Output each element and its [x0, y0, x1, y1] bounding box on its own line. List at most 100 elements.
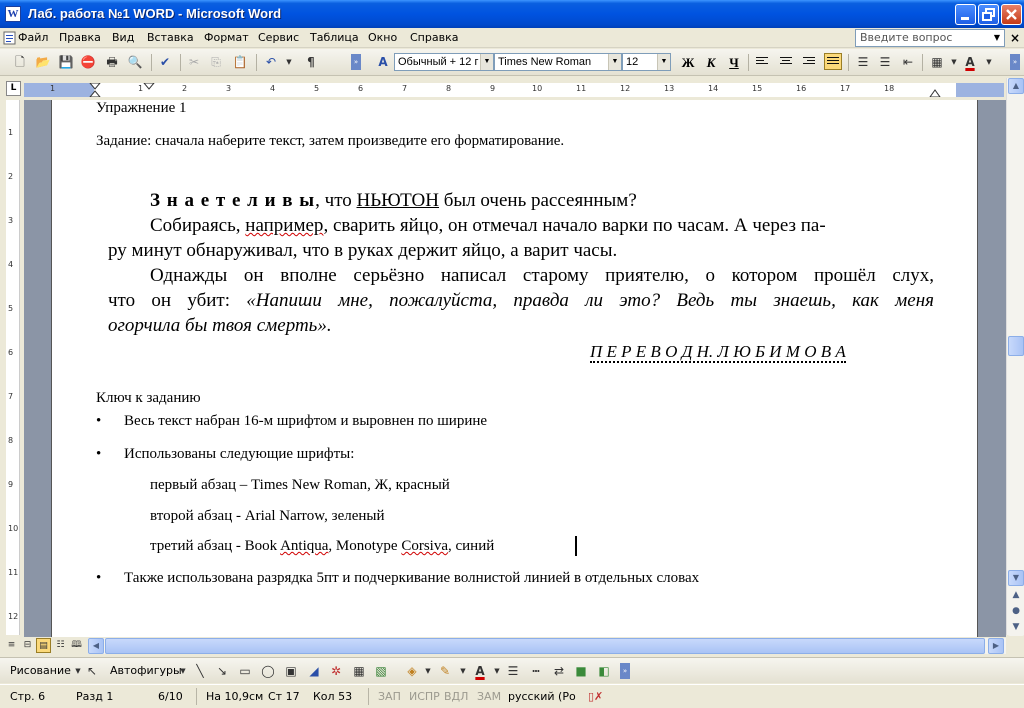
- save-icon[interactable]: 💾: [58, 54, 74, 70]
- decrease-indent-icon[interactable]: ⇤: [900, 54, 916, 70]
- scroll-up-icon[interactable]: ▲: [1008, 78, 1024, 94]
- print-icon[interactable]: 🖶: [104, 54, 120, 70]
- text-box-icon[interactable]: ▣: [283, 663, 299, 679]
- new-document-icon[interactable]: 🗋: [12, 54, 28, 70]
- horizontal-scrollbar[interactable]: ◀ ▶: [88, 638, 1006, 654]
- chevron-down-icon[interactable]: ▼: [175, 663, 191, 679]
- open-folder-icon[interactable]: 📂: [35, 54, 51, 70]
- toolbar-options-icon[interactable]: »: [620, 663, 630, 679]
- paste-icon[interactable]: 📋: [232, 54, 248, 70]
- bulleted-list-icon[interactable]: ☰: [877, 54, 893, 70]
- 3d-icon[interactable]: ◧: [596, 663, 612, 679]
- font-combo[interactable]: Times New Roman ▼: [494, 53, 622, 71]
- document-menu-icon[interactable]: [3, 31, 17, 45]
- next-page-icon[interactable]: ▼: [1008, 620, 1024, 636]
- scroll-thumb[interactable]: [105, 638, 985, 654]
- diagram-icon[interactable]: ✲: [328, 663, 344, 679]
- menu-window[interactable]: Окно: [368, 31, 397, 44]
- chevron-down-icon[interactable]: ▼: [480, 54, 493, 70]
- style-combo[interactable]: Обычный + 12 г ▼: [394, 53, 494, 71]
- align-right-icon[interactable]: [803, 55, 817, 68]
- chevron-down-icon[interactable]: ▼: [991, 31, 1003, 45]
- outline-view-icon[interactable]: ☷: [53, 638, 68, 653]
- scroll-left-icon[interactable]: ◀: [88, 638, 104, 654]
- permission-icon[interactable]: ⛔: [80, 54, 96, 70]
- horizontal-ruler[interactable]: 1 1 2 3 4 5 6 7 8 9 10 11 12 13 14 15 16…: [24, 83, 1004, 97]
- document-page[interactable]: Упражнение 1 Задание: сначала наберите т…: [51, 100, 978, 637]
- ask-question-field[interactable]: Введите вопрос ▼: [855, 29, 1005, 47]
- align-left-icon[interactable]: [756, 55, 770, 68]
- minimize-button[interactable]: [955, 4, 976, 25]
- wordart-icon[interactable]: ◢: [306, 663, 322, 679]
- web-view-icon[interactable]: ⊟: [20, 638, 35, 653]
- status-ovr[interactable]: ЗАМ: [477, 690, 501, 703]
- vertical-scrollbar[interactable]: ▲ ▼ ▲ ● ▼: [1006, 78, 1024, 636]
- menu-table[interactable]: Таблица: [310, 31, 359, 44]
- picture-icon[interactable]: ▧: [373, 663, 389, 679]
- copy-icon[interactable]: ⎘: [208, 54, 224, 70]
- status-ext[interactable]: ВДЛ: [444, 690, 468, 703]
- chevron-down-icon[interactable]: ▼: [657, 54, 670, 70]
- reading-view-icon[interactable]: 🕮: [69, 638, 84, 653]
- scroll-thumb[interactable]: [1008, 336, 1024, 356]
- oval-icon[interactable]: ◯: [260, 663, 276, 679]
- toolbar-options-icon[interactable]: »: [1010, 54, 1020, 70]
- print-preview-icon[interactable]: 🔍: [127, 54, 143, 70]
- arrow-icon[interactable]: ↘: [214, 663, 230, 679]
- underline-button[interactable]: Ч: [725, 54, 743, 71]
- scroll-down-icon[interactable]: ▼: [1008, 570, 1024, 586]
- drawing-menu[interactable]: Рисование: [10, 664, 71, 677]
- previous-page-icon[interactable]: ▲: [1008, 588, 1024, 604]
- font-color-icon[interactable]: A: [962, 54, 978, 70]
- select-objects-icon[interactable]: ↖: [84, 663, 100, 679]
- right-indent-marker[interactable]: [928, 89, 942, 97]
- tab-selector[interactable]: L: [6, 81, 21, 96]
- line-color-icon[interactable]: ✎: [437, 663, 453, 679]
- close-button[interactable]: [1001, 4, 1022, 25]
- font-size-combo[interactable]: 12 ▼: [622, 53, 671, 71]
- restore-button[interactable]: [978, 4, 999, 25]
- scroll-right-icon[interactable]: ▶: [988, 638, 1004, 654]
- menu-view[interactable]: Вид: [112, 31, 134, 44]
- menu-edit[interactable]: Правка: [59, 31, 101, 44]
- toolbar-options-icon[interactable]: »: [351, 54, 361, 70]
- numbered-list-icon[interactable]: ☰: [855, 54, 871, 70]
- bold-button[interactable]: Ж: [679, 54, 697, 71]
- clipart-icon[interactable]: ▦: [351, 663, 367, 679]
- vertical-ruler[interactable]: 1 2 3 4 5 6 7 8 9 10 11 12: [6, 100, 20, 635]
- align-justify-icon[interactable]: [824, 53, 842, 70]
- line-style-icon[interactable]: ☰: [505, 663, 521, 679]
- document-close-button[interactable]: ×: [1010, 31, 1020, 45]
- rectangle-icon[interactable]: ▭: [237, 663, 253, 679]
- status-trk[interactable]: ИСПР: [409, 690, 440, 703]
- shadow-icon[interactable]: ■: [573, 663, 589, 679]
- chevron-down-icon[interactable]: ▼: [608, 54, 621, 70]
- align-center-icon[interactable]: [780, 55, 794, 68]
- line-icon[interactable]: ╲: [192, 663, 208, 679]
- border-dropdown-icon[interactable]: ▼: [946, 54, 962, 70]
- select-browse-object-icon[interactable]: ●: [1008, 604, 1024, 620]
- arrow-style-icon[interactable]: ⇄: [551, 663, 567, 679]
- styles-pane-icon[interactable]: A: [375, 54, 391, 70]
- title-bar[interactable]: W Лаб. работа №1 WORD - Microsoft Word: [0, 0, 1024, 28]
- undo-icon[interactable]: ↶: [263, 54, 279, 70]
- menu-file[interactable]: Файл: [18, 31, 48, 44]
- menu-tools[interactable]: Сервис: [258, 31, 299, 44]
- print-layout-icon[interactable]: ▤: [36, 638, 51, 653]
- border-icon[interactable]: ▦: [929, 54, 945, 70]
- autoshapes-menu[interactable]: Автофигуры: [110, 664, 182, 677]
- menu-help[interactable]: Справка: [410, 31, 458, 44]
- normal-view-icon[interactable]: ≡: [4, 638, 19, 653]
- spelling-icon[interactable]: ✔: [157, 54, 173, 70]
- first-line-indent-marker[interactable]: [88, 83, 102, 97]
- status-rec[interactable]: ЗАП: [378, 690, 401, 703]
- menu-insert[interactable]: Вставка: [147, 31, 194, 44]
- chevron-down-icon[interactable]: ▼: [420, 663, 436, 679]
- spelling-status-icon[interactable]: ▯✗: [588, 690, 603, 703]
- cut-icon[interactable]: ✂: [186, 54, 202, 70]
- dash-style-icon[interactable]: ┅: [528, 663, 544, 679]
- font-color-dropdown-icon[interactable]: ▼: [981, 54, 997, 70]
- italic-button[interactable]: К: [702, 54, 720, 71]
- indent-marker[interactable]: [142, 83, 156, 91]
- word-app-icon[interactable]: W: [5, 6, 21, 22]
